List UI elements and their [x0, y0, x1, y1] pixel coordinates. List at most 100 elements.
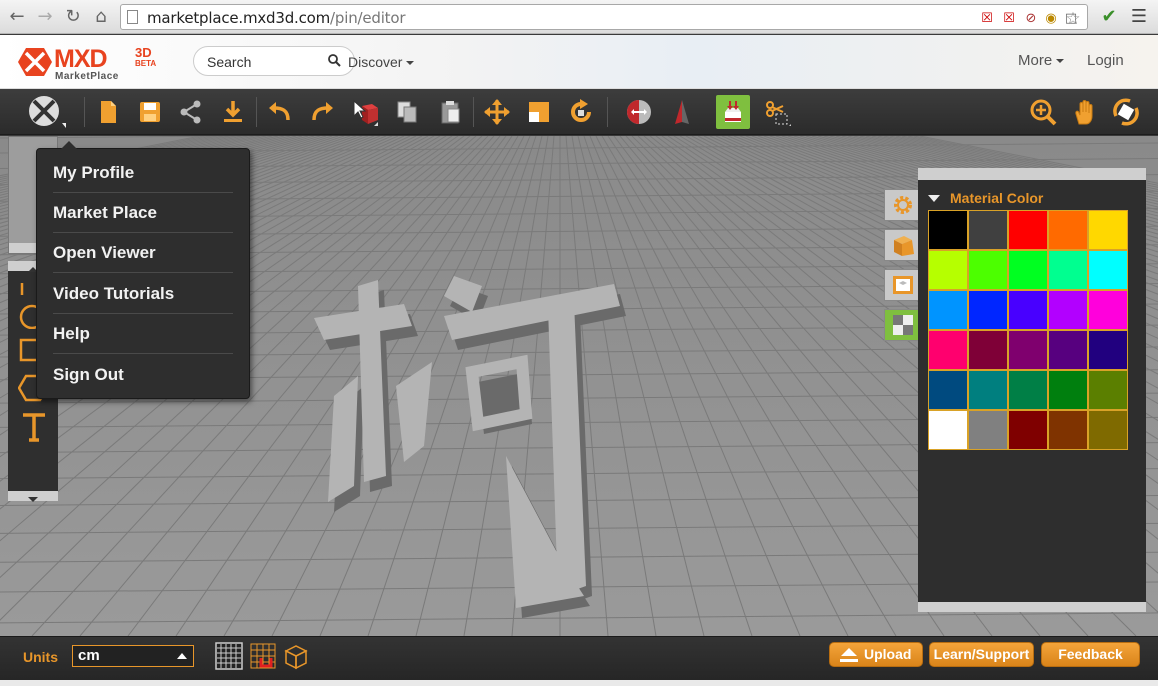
palette-icon[interactable]: ◉ — [1043, 11, 1059, 27]
color-swatch[interactable] — [968, 290, 1008, 330]
color-swatch-grid — [928, 210, 1130, 450]
new-file-button[interactable] — [91, 95, 125, 129]
feedback-button[interactable]: Feedback — [1041, 642, 1140, 667]
discover-menu[interactable]: Discover — [348, 54, 415, 70]
menu-item-video-tutorials[interactable]: Video Tutorials — [53, 274, 233, 314]
login-link[interactable]: Login — [1087, 52, 1124, 69]
menu-item-my-profile[interactable]: My Profile — [53, 153, 233, 193]
color-swatch[interactable] — [1088, 330, 1128, 370]
extension-icon[interactable]: ✔ — [1098, 6, 1120, 28]
menu-item-help[interactable]: Help — [53, 314, 233, 354]
cone-button[interactable] — [664, 95, 698, 129]
share-button[interactable] — [174, 95, 208, 129]
3d-text-model[interactable] — [300, 266, 640, 636]
color-swatch[interactable] — [1008, 210, 1048, 250]
color-swatch[interactable] — [1088, 250, 1128, 290]
color-swatch[interactable] — [1008, 370, 1048, 410]
color-swatch[interactable] — [1048, 370, 1088, 410]
download-button[interactable] — [216, 95, 250, 129]
url-host: marketplace.mxd3d.com — [147, 9, 331, 27]
units-select[interactable]: cm — [72, 645, 194, 667]
pan-button[interactable] — [1068, 95, 1102, 129]
menu-icon[interactable]: ☰ — [1128, 6, 1150, 28]
search-input[interactable] — [207, 53, 322, 71]
color-swatch[interactable] — [928, 290, 968, 330]
redo-button[interactable] — [305, 95, 339, 129]
search-box[interactable] — [193, 46, 355, 76]
color-swatch[interactable] — [1048, 330, 1088, 370]
paste-button[interactable] — [433, 95, 467, 129]
scroll-down-bar[interactable] — [8, 491, 58, 502]
color-swatch[interactable] — [1008, 250, 1048, 290]
color-swatch[interactable] — [968, 370, 1008, 410]
more-label: More — [1018, 52, 1053, 69]
cut-button[interactable] — [760, 95, 794, 129]
zoom-button[interactable] — [1026, 95, 1060, 129]
menu-item-market-place[interactable]: Market Place — [53, 193, 233, 233]
blocked-icon[interactable]: ☒ — [979, 11, 995, 27]
rotate-button[interactable] — [564, 95, 598, 129]
color-swatch[interactable] — [1048, 250, 1088, 290]
save-button[interactable] — [133, 95, 167, 129]
forward-icon[interactable]: → — [34, 6, 56, 28]
select-button[interactable] — [347, 95, 381, 129]
mirror-button[interactable] — [622, 95, 656, 129]
toolbar-separator — [84, 97, 85, 127]
upload-button[interactable]: Upload — [829, 642, 923, 667]
color-swatch[interactable] — [1048, 410, 1088, 450]
color-swatch[interactable] — [1008, 290, 1048, 330]
menu-item-open-viewer[interactable]: Open Viewer — [53, 233, 233, 273]
tab-textures[interactable] — [884, 269, 920, 301]
search-icon[interactable] — [328, 54, 341, 67]
chevron-down-icon — [1056, 59, 1065, 64]
menu-item-sign-out[interactable]: Sign Out — [53, 355, 233, 395]
main-menu-button[interactable] — [26, 95, 66, 129]
home-icon[interactable]: ⌂ — [90, 6, 112, 28]
place-on-platform-button[interactable] — [716, 95, 750, 129]
text-tool-icon[interactable] — [20, 411, 50, 443]
scale-button[interactable] — [522, 95, 556, 129]
chevron-down-icon — [28, 497, 38, 502]
bounding-box-icon[interactable] — [282, 642, 310, 670]
color-swatch[interactable] — [928, 250, 968, 290]
url-text[interactable]: marketplace.mxd3d.com/pin/editor — [147, 9, 405, 27]
color-swatch[interactable] — [1088, 370, 1128, 410]
mxd-logo-icon[interactable] — [18, 47, 52, 77]
color-swatch[interactable] — [968, 210, 1008, 250]
color-swatch[interactable] — [928, 330, 968, 370]
move-button[interactable] — [480, 95, 514, 129]
upload-icon — [840, 648, 858, 662]
copy-button[interactable] — [390, 95, 424, 129]
color-swatch[interactable] — [928, 210, 968, 250]
reload-icon[interactable]: ↻ — [62, 6, 84, 28]
color-swatch[interactable] — [1008, 410, 1048, 450]
tab-material[interactable] — [884, 309, 920, 341]
color-swatch[interactable] — [1088, 210, 1128, 250]
address-bar[interactable]: marketplace.mxd3d.com/pin/editor ☒ ☒ ⊘ ◉… — [120, 4, 1088, 30]
logo-text[interactable]: MXD — [54, 46, 108, 72]
color-swatch[interactable] — [1088, 410, 1128, 450]
snap-grid-icon[interactable] — [249, 642, 277, 670]
color-swatch[interactable] — [1048, 210, 1088, 250]
bookmark-star-icon[interactable]: ☆ — [1065, 11, 1081, 28]
collapse-triangle-icon[interactable] — [928, 195, 940, 202]
color-swatch[interactable] — [968, 250, 1008, 290]
learn-support-button[interactable]: Learn/Support — [929, 642, 1034, 667]
grid-toggle-icon[interactable] — [215, 642, 243, 670]
color-swatch[interactable] — [1008, 330, 1048, 370]
color-swatch[interactable] — [928, 370, 968, 410]
color-swatch[interactable] — [1048, 290, 1088, 330]
tab-settings[interactable] — [884, 189, 920, 221]
color-swatch[interactable] — [928, 410, 968, 450]
back-icon[interactable]: ← — [6, 6, 28, 28]
color-swatch[interactable] — [968, 330, 1008, 370]
color-swatch[interactable] — [1088, 290, 1128, 330]
no-script-icon[interactable]: ⊘ — [1023, 11, 1039, 27]
undo-button[interactable] — [263, 95, 297, 129]
color-swatch[interactable] — [968, 410, 1008, 450]
move-arrows-icon — [484, 99, 510, 125]
more-menu[interactable]: More — [1018, 52, 1065, 69]
tab-objects[interactable] — [884, 229, 920, 261]
orbit-button[interactable] — [1109, 95, 1143, 129]
blocked-icon-2[interactable]: ☒ — [1001, 11, 1017, 27]
